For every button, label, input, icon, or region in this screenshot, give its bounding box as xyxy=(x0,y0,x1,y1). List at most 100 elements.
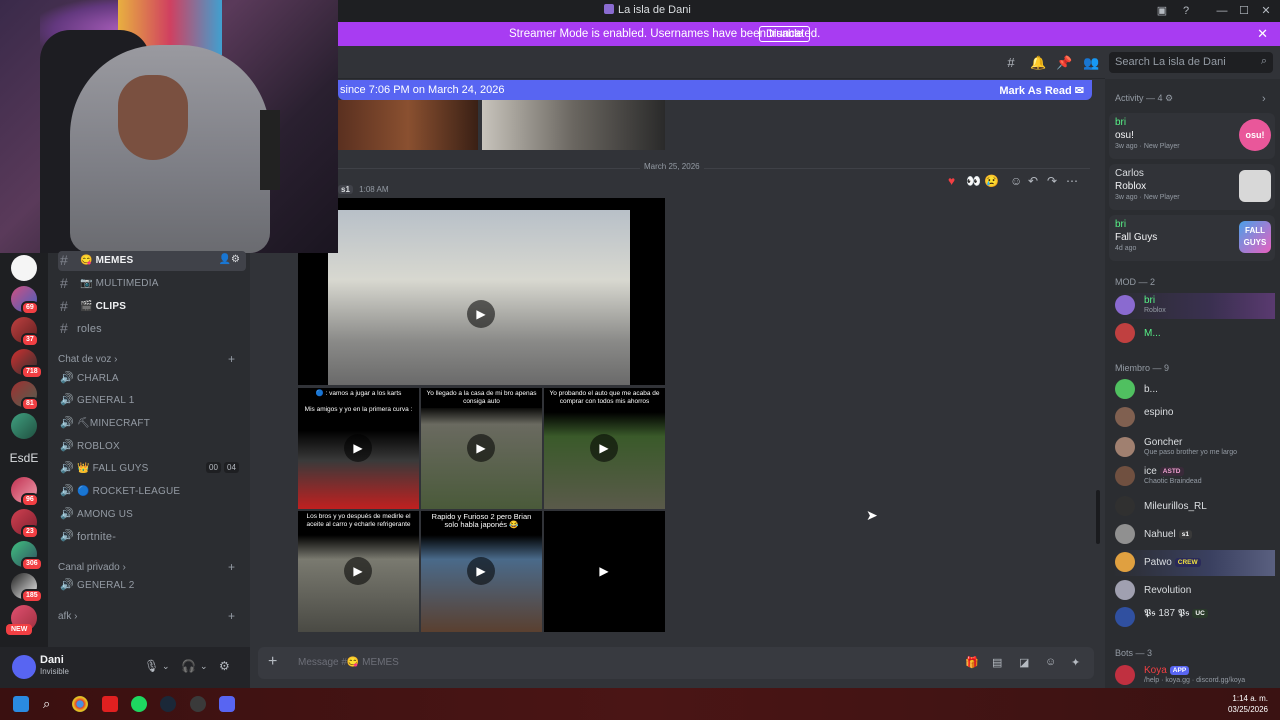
video-attachment[interactable]: ▶ xyxy=(298,198,665,385)
video-tile[interactable]: Rapido y Furioso 2 pero Brian solo habla… xyxy=(421,511,542,632)
play-icon[interactable]: ▶ xyxy=(467,434,495,462)
windows-start-icon[interactable] xyxy=(13,696,29,712)
spotify-icon[interactable] xyxy=(131,696,147,712)
channel-memes[interactable]: # 😋 MEMES 👤⚙ xyxy=(58,251,246,271)
emoji-icon[interactable]: ☺ xyxy=(1045,656,1056,668)
channel-multimedia[interactable]: # 📷 MULTIMEDIA xyxy=(58,274,246,294)
avatar[interactable] xyxy=(12,655,36,679)
microphone-icon[interactable]: 🎙 xyxy=(144,659,159,673)
voice-channel-general-1[interactable]: 🔊 GENERAL 1 xyxy=(58,391,246,411)
discord-icon[interactable] xyxy=(219,696,235,712)
play-icon[interactable]: ▶ xyxy=(590,557,618,585)
voice-channel-charla[interactable]: 🔊 CHARLA xyxy=(58,369,246,389)
app-icon[interactable] xyxy=(190,696,206,712)
gift-icon[interactable]: 🎁 xyxy=(965,656,979,669)
previous-image[interactable] xyxy=(482,100,665,150)
previous-image[interactable] xyxy=(338,100,478,150)
heart-icon[interactable]: ♥ xyxy=(948,174,955,188)
activity-card[interactable]: Carlos Roblox 3w ago · New Player xyxy=(1109,164,1275,210)
close-button[interactable]: ✕ xyxy=(1258,3,1274,19)
play-icon[interactable]: ▶ xyxy=(344,557,372,585)
members-icon[interactable]: 👥 xyxy=(1083,56,1099,70)
server-icon[interactable] xyxy=(11,413,37,439)
new-badge[interactable]: NEW xyxy=(6,624,33,635)
gif-icon[interactable]: ▤ xyxy=(992,656,1002,669)
new-messages-bar[interactable]: since 7:06 PM on March 24, 2026 Mark As … xyxy=(338,80,1092,100)
reply-icon[interactable]: ↶ xyxy=(1028,174,1038,188)
voice-channel-among-us[interactable]: 🔊 AMONG US xyxy=(58,505,246,525)
member-bri[interactable]: bri Roblox xyxy=(1113,293,1275,319)
settings-icon[interactable]: 👤⚙ xyxy=(219,254,240,265)
video-tile[interactable]: Los bros y yo después de medirle el acei… xyxy=(298,511,419,632)
member-item[interactable]: Patwo CREW xyxy=(1113,550,1275,576)
chevron-right-icon[interactable]: › xyxy=(1262,93,1266,105)
play-icon[interactable]: ▶ xyxy=(467,300,495,328)
channel-roles[interactable]: # roles xyxy=(58,319,246,339)
play-icon[interactable]: ▶ xyxy=(467,557,495,585)
voice-channel-fall-guys[interactable]: 🔊 👑 FALL GUYS 00 04 xyxy=(58,459,246,479)
bot-koya[interactable]: Koya APP /help · koya.gg · discord.gg/koy… xyxy=(1113,663,1275,689)
chevron-down-icon[interactable]: ⌄ xyxy=(162,661,170,672)
disable-button[interactable]: Disable xyxy=(759,26,810,42)
gear-icon[interactable]: ⚙ xyxy=(219,659,230,673)
activity-card[interactable]: bri Fall Guys 4d ago FALL GUYS xyxy=(1109,215,1275,261)
member-item[interactable]: Goncher Que paso brother yo me largo xyxy=(1113,435,1275,461)
mark-as-read-button[interactable]: Mark As Read ✉ xyxy=(999,84,1084,97)
close-icon[interactable]: ✕ xyxy=(1257,26,1268,42)
add-channel-icon[interactable]: + xyxy=(228,609,235,623)
video-tile[interactable]: 🔵 : vamos a jugar a los karts Mis amigos… xyxy=(298,388,419,509)
voice-channel-rocket-league[interactable]: 🔊 🔵 ROCKET-LEAGUE xyxy=(58,482,246,502)
voice-channel-fortnite[interactable]: 🔊 fortnite- xyxy=(58,527,246,547)
channel-clips[interactable]: # 🎬 CLIPS xyxy=(58,297,246,317)
member-item[interactable]: 𝕻𝖘 187 𝕻𝖘 UC xyxy=(1113,605,1275,631)
voice-channel-minecraft[interactable]: 🔊 ⛏MINECRAFT xyxy=(58,414,246,434)
voice-channel-roblox[interactable]: 🔊 ROBLOX xyxy=(58,437,246,457)
member-item[interactable]: espino xyxy=(1113,405,1275,431)
sad-icon[interactable]: 😢 xyxy=(984,174,999,188)
clock[interactable]: 1:14 a. m. 03/25/2026 xyxy=(1228,693,1268,715)
scrollbar[interactable] xyxy=(1096,490,1100,544)
add-reaction-icon[interactable]: ☺ xyxy=(1010,174,1022,188)
video-tile[interactable]: Yo llegado a la casa de mi bro apenas co… xyxy=(421,388,542,509)
author-tag[interactable]: s1 xyxy=(338,185,353,194)
pin-icon[interactable]: 📌 xyxy=(1056,56,1072,70)
member-item[interactable]: Nahuel s1 xyxy=(1113,522,1275,548)
play-icon[interactable]: ▶ xyxy=(344,434,372,462)
headphones-icon[interactable]: 🎧 xyxy=(181,659,196,673)
search-input[interactable]: Search La isla de Dani ⌕ xyxy=(1109,52,1273,73)
steam-icon[interactable] xyxy=(160,696,176,712)
member-item[interactable]: Mileurillos_RL xyxy=(1113,494,1275,520)
more-icon[interactable]: ⋯ xyxy=(1066,174,1078,188)
member-m[interactable]: M... xyxy=(1113,321,1275,347)
category-private[interactable]: Canal privado › xyxy=(58,562,126,573)
youtube-icon[interactable] xyxy=(102,696,118,712)
chrome-icon[interactable] xyxy=(72,696,88,712)
apps-icon[interactable]: ✦ xyxy=(1071,656,1080,669)
bell-icon[interactable]: 🔔 xyxy=(1030,56,1046,70)
video-tile[interactable]: Yo probando el auto que me acaba de comp… xyxy=(544,388,665,509)
forward-icon[interactable]: ↷ xyxy=(1047,174,1057,188)
eyes-icon[interactable]: 👀 xyxy=(966,174,981,188)
help-icon[interactable]: ? xyxy=(1178,3,1194,19)
voice-channel-general-2[interactable]: 🔊 GENERAL 2 xyxy=(58,576,246,596)
chevron-down-icon[interactable]: ⌄ xyxy=(200,661,208,672)
category-voice[interactable]: Chat de voz › xyxy=(58,354,117,365)
message-input[interactable]: Message #😋 MEMES xyxy=(298,657,399,668)
server-label[interactable]: EsdE xyxy=(0,451,48,465)
add-attachment-icon[interactable]: + xyxy=(268,653,277,671)
member-item[interactable]: Revolution xyxy=(1113,578,1275,604)
minimize-button[interactable]: — xyxy=(1214,3,1230,19)
inbox-icon[interactable]: ▣ xyxy=(1154,3,1170,19)
member-item[interactable]: ice ASTD Chaotic Braindead xyxy=(1113,464,1275,490)
activity-card[interactable]: bri osu! 3w ago · New Player osu! xyxy=(1109,113,1275,159)
sticker-icon[interactable]: ◪ xyxy=(1019,656,1029,669)
threads-icon[interactable]: # xyxy=(1004,56,1018,70)
server-icon[interactable] xyxy=(11,255,37,281)
video-tile[interactable]: ▶ xyxy=(544,511,665,632)
message-composer[interactable]: + Message #😋 MEMES 🎁 ▤ ◪ ☺ ✦ xyxy=(258,647,1094,679)
search-icon[interactable]: ⌕ xyxy=(43,696,59,712)
play-icon[interactable]: ▶ xyxy=(590,434,618,462)
member-item[interactable]: b... xyxy=(1113,377,1275,403)
maximize-button[interactable]: ☐ xyxy=(1236,3,1252,19)
add-channel-icon[interactable]: + xyxy=(228,560,235,574)
